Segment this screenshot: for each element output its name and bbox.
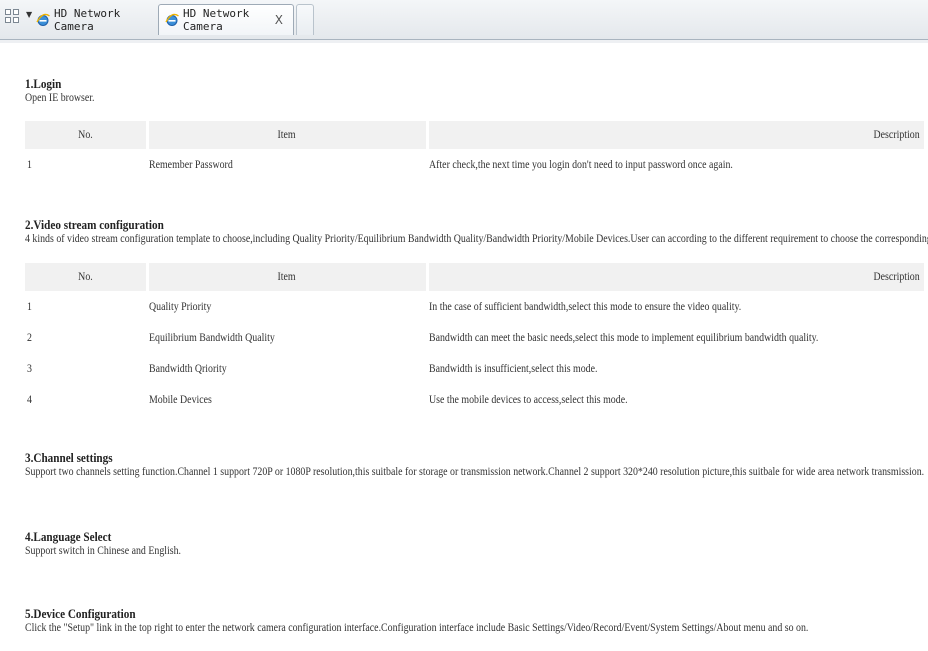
column-header-item: Item (147, 263, 429, 291)
column-header-description: Description (427, 121, 924, 149)
cell-no: 1 (27, 158, 32, 171)
column-header-description: Description (427, 263, 924, 291)
cell-no: 1 (27, 300, 32, 313)
cell-description: Bandwidth is insufficient,select this mo… (429, 362, 598, 375)
section-description: Support switch in Chinese and English. (25, 545, 182, 557)
cell-description: In the case of sufficient bandwidth,sele… (429, 300, 742, 313)
ie-icon (36, 13, 50, 27)
column-header-no: No. (25, 121, 149, 149)
section-description: Click the "Setup" link in the top right … (25, 622, 809, 634)
table-row: 1 Remember Password After check,the next… (25, 149, 924, 180)
quick-tabs-icon[interactable] (5, 9, 19, 23)
section-title: 5.Device Configuration (25, 606, 136, 621)
cell-no: 2 (27, 331, 32, 344)
tab-label: HD Network Camera (54, 6, 121, 33)
table-header-row: No. Item Description (25, 263, 924, 291)
browser-tab-bar: ▼ HD Network Camera HD Network Camera X (0, 0, 928, 43)
section-description: 4 kinds of video stream configuration te… (25, 233, 928, 245)
cell-item: Remember Password (149, 158, 233, 171)
section-description: Open IE browser. (25, 92, 95, 104)
tab-close-icon[interactable]: X (275, 13, 283, 27)
cell-item: Bandwidth Qriority (149, 362, 227, 375)
login-table: No. Item Description 1 Remember Password… (25, 121, 924, 180)
tab-hd-network-camera-2[interactable]: HD Network Camera X (158, 4, 294, 35)
tab-list-dropdown-icon[interactable]: ▼ (26, 10, 32, 19)
tab-label: HD Network Camera (183, 7, 250, 33)
cell-item: Equilibrium Bandwidth Quality (149, 331, 275, 344)
section-description: Support two channels setting function.Ch… (25, 466, 925, 478)
video-stream-table: No. Item Description 1 Quality Priority … (25, 263, 924, 415)
table-row: 3 Bandwidth Qriority Bandwidth is insuff… (25, 353, 924, 384)
section-title: 4.Language Select (25, 529, 112, 544)
column-header-item: Item (147, 121, 429, 149)
section-title: 3.Channel settings (25, 450, 113, 465)
tab-hd-network-camera-1[interactable]: HD Network Camera (36, 4, 154, 35)
table-row: 1 Quality Priority In the case of suffic… (25, 291, 924, 322)
section-title: 1.Login (25, 76, 62, 91)
table-row: 2 Equilibrium Bandwidth Quality Bandwidt… (25, 322, 924, 353)
cell-no: 4 (27, 393, 32, 406)
section-channel-settings: 3.Channel settings Support two channels … (25, 451, 925, 479)
table-header-row: No. Item Description (25, 121, 924, 149)
new-tab-button[interactable] (296, 4, 314, 35)
cell-description: Bandwidth can meet the basic needs,selec… (429, 331, 819, 344)
cell-item: Mobile Devices (149, 393, 212, 406)
table-row: 4 Mobile Devices Use the mobile devices … (25, 384, 924, 415)
section-video-stream: 2.Video stream configuration 4 kinds of … (25, 217, 928, 246)
cell-no: 3 (27, 362, 32, 375)
cell-description: Use the mobile devices to access,select … (429, 393, 628, 406)
ie-icon (165, 13, 179, 27)
section-title: 2.Video stream configuration (25, 217, 164, 232)
section-login: 1.Login Open IE browser. (25, 77, 925, 105)
cell-description: After check,the next time you login don'… (429, 158, 733, 171)
cell-item: Quality Priority (149, 300, 212, 313)
column-header-no: No. (25, 263, 149, 291)
section-language-select: 4.Language Select Support switch in Chin… (25, 530, 925, 558)
section-device-configuration: 5.Device Configuration Click the "Setup"… (25, 607, 925, 635)
